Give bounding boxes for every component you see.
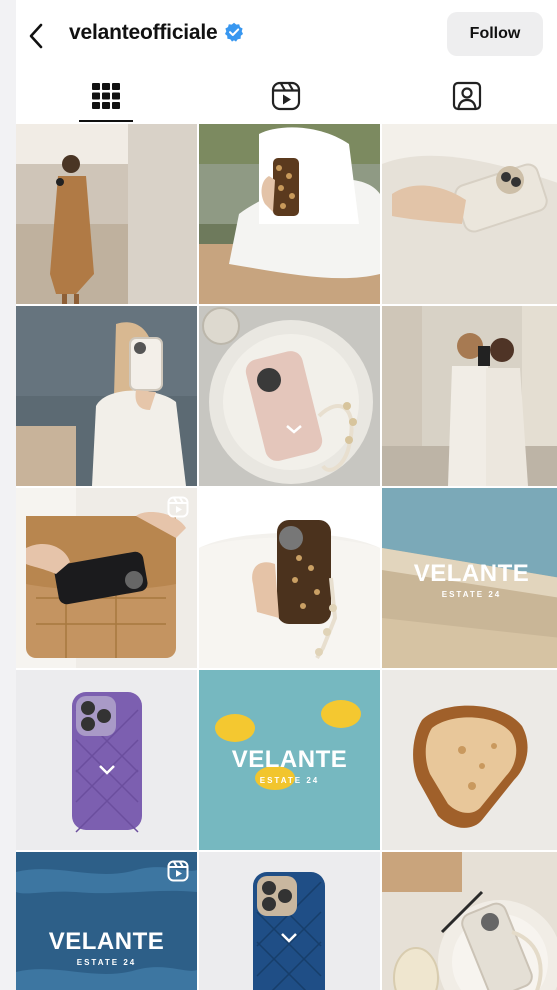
post-image <box>16 124 197 304</box>
post-image <box>382 306 557 486</box>
profile-screen: velanteofficiale Follow VELANTE ESTATE 2… <box>16 0 557 990</box>
brand-name: VELANTE <box>48 928 165 955</box>
chevron-left-icon <box>29 23 43 49</box>
post-image <box>199 124 380 304</box>
post-thumbnail[interactable]: VELANTE ESTATE 24 <box>382 488 557 668</box>
post-image <box>199 852 380 990</box>
post-thumbnail[interactable] <box>199 124 380 304</box>
tagged-icon <box>452 81 481 111</box>
post-thumbnail[interactable] <box>199 852 380 990</box>
post-image <box>199 306 380 486</box>
verified-badge-icon <box>224 22 243 42</box>
post-thumbnail[interactable] <box>382 852 557 990</box>
posts-grid: VELANTE ESTATE 24 VELANTE ESTATE 24 VELA… <box>16 124 557 990</box>
reel-icon <box>350 496 372 518</box>
post-image <box>16 306 197 486</box>
tab-grid[interactable] <box>16 68 196 124</box>
brand-name: VELANTE <box>413 560 530 587</box>
post-image <box>382 124 557 304</box>
brand-overlay: VELANTE ESTATE 24 <box>382 560 557 599</box>
profile-tabs <box>16 68 557 124</box>
tab-reels[interactable] <box>196 68 376 124</box>
post-thumbnail[interactable] <box>382 670 557 850</box>
post-image <box>16 670 197 850</box>
post-thumbnail[interactable] <box>16 488 197 668</box>
brand-overlay: VELANTE ESTATE 24 <box>199 746 380 785</box>
brand-subtitle: ESTATE 24 <box>76 958 137 967</box>
profile-header: velanteofficiale Follow <box>16 0 557 68</box>
post-image <box>382 670 557 850</box>
username-text: velanteofficiale <box>69 21 218 44</box>
post-image <box>382 852 557 990</box>
post-thumbnail[interactable] <box>16 670 197 850</box>
brand-overlay: VELANTE ESTATE 24 <box>16 928 197 967</box>
post-thumbnail[interactable] <box>16 306 197 486</box>
post-thumbnail[interactable] <box>382 306 557 486</box>
reel-icon <box>167 860 189 882</box>
back-button[interactable] <box>22 20 50 52</box>
reel-icon <box>167 496 189 518</box>
post-thumbnail[interactable] <box>16 124 197 304</box>
follow-button[interactable]: Follow <box>447 12 543 56</box>
tab-tagged[interactable] <box>377 68 557 124</box>
grid-icon <box>92 83 121 109</box>
brand-name: VELANTE <box>231 746 348 773</box>
post-thumbnail[interactable]: VELANTE ESTATE 24 <box>199 670 380 850</box>
post-thumbnail[interactable]: VELANTE ESTATE 24 <box>16 852 197 990</box>
brand-subtitle: ESTATE 24 <box>441 590 502 599</box>
brand-subtitle: ESTATE 24 <box>259 776 320 785</box>
post-thumbnail[interactable] <box>199 306 380 486</box>
post-thumbnail[interactable] <box>199 488 380 668</box>
profile-username: velanteofficiale <box>69 21 244 45</box>
reels-icon <box>272 81 301 111</box>
post-thumbnail[interactable] <box>382 124 557 304</box>
